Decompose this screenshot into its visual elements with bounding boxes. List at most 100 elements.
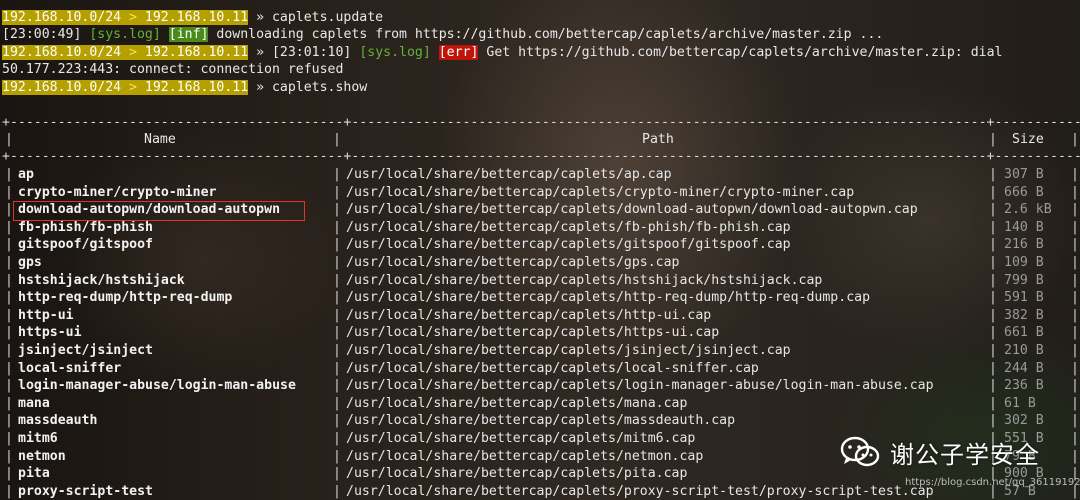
table-divider: | [5, 237, 13, 253]
cell-path: /usr/local/share/bettercap/caplets/hstsh… [346, 272, 823, 288]
table-divider: | [1071, 219, 1079, 235]
table-divider: | [1071, 290, 1079, 306]
table-divider: | [1071, 360, 1079, 376]
table-divider: | [1071, 167, 1079, 182]
table-divider: | [333, 219, 341, 235]
cell-path: /usr/local/share/bettercap/caplets/fb-ph… [346, 219, 791, 235]
table-divider: | [1071, 202, 1079, 218]
table-divider: | [5, 325, 13, 341]
table-row: | massdeauth | /usr/local/share/bettercap/c… [0, 412, 1080, 430]
table-divider: | [5, 395, 13, 411]
table-divider: | [5, 466, 13, 482]
cell-name: proxy-script-test [18, 483, 153, 499]
table-divider: | [333, 395, 341, 411]
table-divider: | [1071, 395, 1079, 411]
log-source: [sys.log] [89, 27, 161, 42]
prompt-arrow: » [248, 45, 272, 60]
prompt-host: 192.168.10.11 [144, 45, 249, 60]
column-header-name: Name [144, 132, 176, 147]
cell-size: 109 B [1004, 255, 1044, 270]
cell-name: massdeauth [18, 413, 98, 429]
source-url: https://blog.csdn.net/qq_36119192 [905, 477, 1080, 488]
table-divider: | [333, 483, 341, 499]
cell-path: /usr/local/share/bettercap/caplets/http-… [346, 290, 871, 306]
table-divider: | [989, 413, 997, 429]
cell-path: /usr/local/share/bettercap/caplets/netmo… [346, 448, 704, 464]
table-divider: | [1071, 184, 1079, 200]
column-header-size: Size [1012, 132, 1044, 147]
cell-size: 61 B [1004, 395, 1036, 411]
cell-path: /usr/local/share/bettercap/caplets/pita.… [346, 466, 688, 482]
table-divider: | [989, 360, 997, 376]
cell-path: /usr/local/share/bettercap/caplets/gps.c… [346, 255, 680, 270]
table-divider: | [5, 378, 13, 394]
table-row: | mana | /usr/local/share/bettercap/caplets… [0, 395, 1080, 413]
table-divider: | [1071, 255, 1079, 270]
table-divider: | [989, 237, 997, 253]
table-divider: | [5, 413, 13, 429]
cell-name: crypto-miner/crypto-miner [18, 184, 217, 200]
table-divider: | [333, 448, 341, 464]
table-divider: | [333, 413, 341, 429]
cell-size: 591 B [1004, 290, 1044, 306]
table-divider: | [989, 290, 997, 306]
cell-path: /usr/local/share/bettercap/caplets/mana.… [346, 395, 688, 411]
prompt-host: 192.168.10.11 [144, 10, 249, 25]
table-border-top: +---------------------------------------… [2, 115, 1080, 130]
cell-path: /usr/local/share/bettercap/caplets/massd… [346, 413, 736, 429]
cell-size: 666 B [1004, 184, 1044, 200]
command-text: caplets.update [271, 10, 384, 25]
cell-name: netmon [18, 448, 66, 464]
cell-path: /usr/local/share/bettercap/caplets/proxy… [346, 483, 934, 499]
table-divider: | [1071, 448, 1079, 464]
table-divider: | [989, 378, 997, 394]
table-divider: | [333, 237, 341, 253]
table-divider: | [989, 255, 997, 270]
table-divider: | [1071, 343, 1079, 358]
cell-size: 307 B [1004, 167, 1044, 182]
prompt-line-5: 192.168.10.0/24 > 192.168.10.11 » caplet… [2, 79, 367, 96]
table-divider: | [1071, 132, 1079, 147]
table-row: | gitspoof/gitspoof | /usr/local/share/bett… [0, 236, 1080, 254]
log-source: [sys.log] [359, 45, 431, 60]
cell-name: pita [18, 466, 50, 482]
cell-name: local-sniffer [18, 360, 122, 376]
table-header: | Name | Path | Size | [0, 131, 1080, 149]
table-divider: | [333, 255, 341, 270]
table-divider: | [333, 272, 341, 288]
column-header-path: Path [642, 132, 674, 147]
table-divider: | [5, 431, 13, 446]
table-divider: | [333, 290, 341, 306]
cell-name: https-ui [18, 325, 82, 341]
table-divider: | [1071, 431, 1079, 446]
table-row: | fb-phish/fb-phish | /usr/local/share/bett… [0, 219, 1080, 237]
table-divider: | [333, 325, 341, 341]
table-divider: | [989, 219, 997, 235]
table-divider: | [1071, 325, 1079, 341]
table-row: | local-sniffer | /usr/local/share/betterca… [0, 360, 1080, 378]
table-divider: | [989, 184, 997, 200]
table-row: | http-ui | /usr/local/share/bettercap/capl… [0, 307, 1080, 325]
table-divider: | [5, 219, 13, 235]
cell-size: 140 B [1004, 219, 1044, 235]
table-row: | hstshijack/hstshijack | /usr/local/share/… [0, 272, 1080, 290]
cell-name: hstshijack/hstshijack [18, 272, 185, 288]
cell-size: 244 B [1004, 360, 1044, 376]
cell-name: jsinject/jsinject [18, 343, 153, 358]
table-divider: | [989, 343, 997, 358]
table-row: | jsinject/jsinject | /usr/local/share/bett… [0, 342, 1080, 360]
cell-path: /usr/local/share/bettercap/caplets/login… [346, 378, 934, 394]
terminal[interactable]: 192.168.10.0/24 > 192.168.10.11 » caplet… [0, 0, 1080, 500]
table-divider: | [1071, 272, 1079, 288]
prompt-separator: > [121, 45, 145, 60]
table-divider: | [5, 272, 13, 288]
prompt-network: 192.168.10.0/24 [2, 80, 122, 95]
prompt-arrow: » [248, 10, 272, 25]
cell-path: /usr/local/share/bettercap/caplets/jsinj… [346, 343, 791, 358]
cell-size: 382 B [1004, 307, 1044, 323]
table-row: | ap | /usr/local/share/bettercap/caplets/a… [0, 166, 1080, 184]
cell-size: 302 B [1004, 413, 1044, 429]
table-divider: | [989, 395, 997, 411]
table-divider: | [333, 132, 341, 147]
highlight-box [13, 201, 305, 221]
